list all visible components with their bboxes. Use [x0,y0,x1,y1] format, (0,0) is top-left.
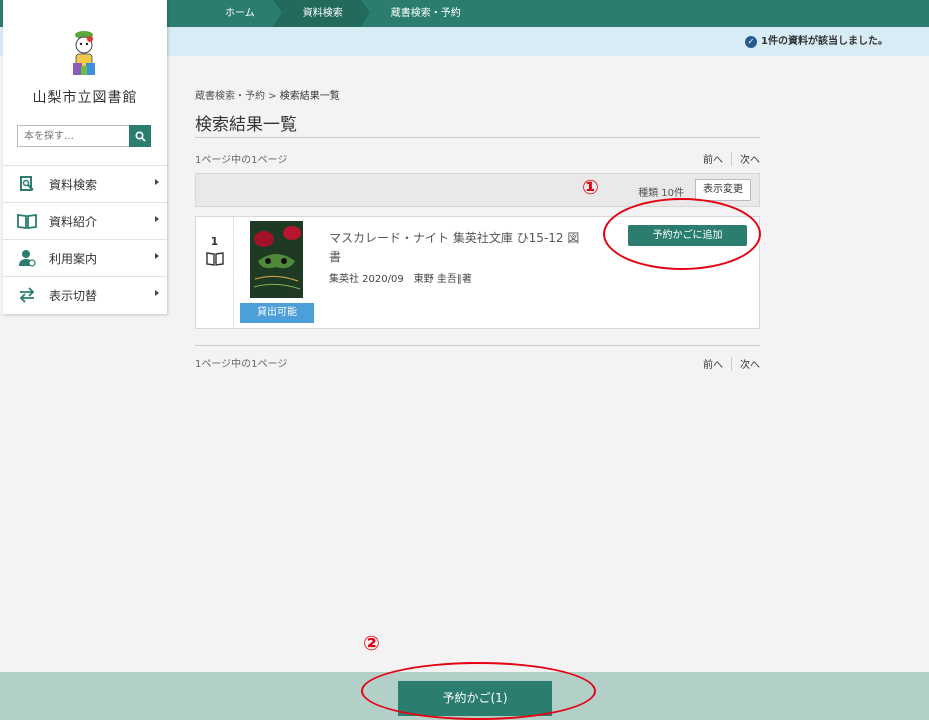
breadcrumb-separator: > [265,91,280,102]
pager-divider [731,151,732,166]
check-circle-icon: ✓ [745,35,758,48]
nav-material-search[interactable]: 資料検索 [272,0,370,27]
library-name: 山梨市立図書館 [32,90,138,106]
search-book-icon [17,175,37,193]
annotation-circle-1 [603,198,761,270]
chevron-right-icon [155,179,159,185]
page-title: 検索結果一覧 [195,115,297,135]
breadcrumb-parent[interactable]: 蔵書検索・予約 [195,91,265,102]
sidebar-item-display-switch[interactable]: 表示切替 [3,276,167,313]
annotation-marker-1: ① [582,175,599,199]
search-input[interactable] [17,125,129,147]
search-button[interactable] [129,125,151,147]
annotation-circle-2 [361,662,596,720]
book-cover-image[interactable] [250,221,303,298]
chevron-right-icon [155,253,159,259]
page-info-bottom: 1ページ中の1ページ [195,359,288,370]
prev-page-link[interactable]: 前へ [703,356,723,371]
breadcrumb-current: 検索結果一覧 [279,91,340,102]
book-title-link[interactable]: マスカレード・ナイト 集英社文庫 ひ15-12 図書 [329,229,589,267]
user-guide-icon [17,249,37,267]
sidebar-item-material-intro[interactable]: 資料紹介 [3,202,167,239]
sidebar: 山梨市立図書館 資料検索 資料紹介 利用案内 [3,0,167,314]
kind-count: 種類 10件 [638,188,684,199]
annotation-marker-2: ② [363,631,380,655]
search-icon [134,130,146,142]
open-book-icon [17,212,37,230]
prev-page-link[interactable]: 前へ [703,151,723,166]
pager-bottom: 前へ 次へ [703,356,760,371]
pager-top: 前へ 次へ [703,151,760,166]
library-mascot-logo[interactable] [67,30,101,80]
sidebar-item-user-guide[interactable]: 利用案内 [3,239,167,276]
chevron-right-icon [155,290,159,296]
chevron-right-icon [155,216,159,222]
title-divider [195,137,760,138]
book-icon [205,252,224,266]
book-meta: 集英社 2020/09 東野 圭吾∥著 [329,274,472,285]
results-divider [195,345,760,346]
nav-home[interactable]: ホーム [167,0,282,27]
breadcrumb: 蔵書検索・予約 > 検索結果一覧 [195,87,340,102]
next-page-link[interactable]: 次へ [740,151,760,166]
switch-arrows-icon [17,286,37,304]
page-info-top: 1ページ中の1ページ [195,155,288,166]
sidebar-menu: 資料検索 資料紹介 利用案内 表示切替 [3,165,167,313]
pager-divider [731,356,732,371]
sidebar-item-material-search[interactable]: 資料検索 [3,165,167,202]
availability-badge: 貸出可能 [240,303,314,323]
nav-collection-search[interactable]: 蔵書検索・予約 [361,0,479,27]
breadcrumb-nav: ホーム 資料検索 蔵書検索・予約 [167,0,929,27]
result-notice: ✓ 1件の資料が該当しました。 [745,27,888,56]
result-number: 1 [196,217,234,328]
view-change-button[interactable]: 表示変更 [695,179,751,201]
site-search [17,125,151,147]
next-page-link[interactable]: 次へ [740,356,760,371]
